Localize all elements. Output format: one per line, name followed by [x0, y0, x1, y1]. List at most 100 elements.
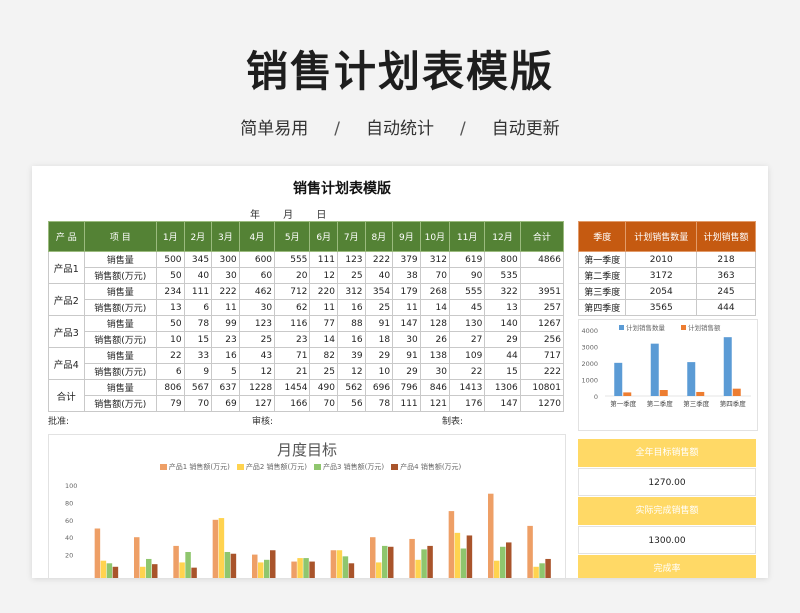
table-row: 销售额(万元) 79 70 69 127 166 70 56 78 111 121 176 147 127…	[49, 395, 565, 412]
value-cell: 44	[484, 347, 521, 364]
value-cell: 10	[155, 331, 185, 348]
value-cell: 13	[484, 299, 521, 316]
bar	[303, 558, 309, 578]
value-cell: 345	[183, 251, 213, 268]
bar	[218, 518, 225, 578]
table-row: 销售额(万元) 50 40 30 60 20 12 25 40 38 70 90 535	[49, 267, 565, 284]
x-tick-label: 第一季度	[610, 399, 637, 408]
value-cell	[519, 267, 565, 284]
value-cell: 79	[155, 395, 185, 412]
quarter-cell: 218	[695, 251, 757, 268]
value-cell: 69	[211, 395, 240, 412]
column-header: 8月	[364, 221, 394, 252]
bar	[614, 362, 623, 396]
value-cell: 22	[448, 363, 486, 380]
legend-label: 计划销售数量	[626, 323, 666, 332]
bar	[370, 537, 376, 578]
quarter-row: 第三季度 2054 245	[577, 283, 757, 300]
column-header: 产 品	[48, 221, 85, 252]
value-cell: 10	[364, 363, 394, 380]
value-cell: 11	[392, 299, 421, 316]
column-header: 2月	[183, 221, 213, 252]
table-row: 产品1 销售量 500 345 300 600 555 111 123 222 379 312 619 8…	[48, 251, 565, 284]
value-cell: 9	[183, 363, 213, 380]
value-cell: 354	[364, 283, 394, 300]
feature-auto-update: 自动更新	[491, 119, 560, 139]
quarter-cell: 第二季度	[577, 267, 627, 284]
value-cell: 806	[155, 379, 185, 396]
column-header: 11月	[448, 221, 486, 252]
value-cell: 82	[309, 347, 338, 364]
value-cell: 535	[484, 267, 521, 284]
table-row: 产品4 销售量 22 33 16 43 71 82 39 29 91 138 109 44 717	[48, 347, 565, 380]
value-cell: 130	[448, 315, 486, 332]
bar	[179, 562, 185, 578]
item-cell: 销售额(万元)	[83, 395, 157, 412]
product-name-cell: 产品4	[48, 347, 85, 380]
bar	[212, 519, 219, 578]
value-cell: 60	[238, 267, 276, 284]
value-cell: 16	[336, 299, 366, 316]
quarter-cell: 3565	[625, 299, 697, 316]
value-cell: 6	[183, 299, 213, 316]
value-cell: 846	[419, 379, 450, 396]
value-cell: 796	[392, 379, 421, 396]
value-cell: 15	[183, 331, 213, 348]
value-cell: 27	[448, 331, 486, 348]
value-cell: 1306	[484, 379, 521, 396]
column-header: 5月	[274, 221, 311, 252]
y-tick-label: 3000	[581, 344, 598, 352]
value-cell: 121	[419, 395, 450, 412]
product-name-cell: 产品3	[48, 315, 85, 348]
value-cell: 109	[448, 347, 486, 364]
quarter-cell: 2010	[625, 251, 697, 268]
quarter-row: 第一季度 2010 218	[577, 251, 757, 268]
value-cell: 16	[336, 331, 366, 348]
value-cell: 11	[211, 299, 240, 316]
review-label: 审核:	[252, 417, 274, 427]
bar	[224, 551, 231, 578]
value-cell: 99	[211, 315, 240, 332]
value-cell: 45	[448, 299, 486, 316]
value-cell: 619	[448, 251, 486, 268]
bar	[460, 548, 467, 578]
bar	[545, 558, 551, 578]
quarter-row: 第二季度 3172 363	[577, 267, 757, 284]
bar	[134, 537, 140, 578]
value-cell: 312	[419, 251, 450, 268]
quarter-cell: 2054	[625, 283, 697, 300]
quarter-chart: 0 1000 2000 3000 4000 计划销售数量 计划销售额 第一季度 第二季度 第三季度…	[578, 319, 758, 431]
quarter-cell: 444	[695, 299, 757, 316]
value-cell: 1228	[238, 379, 276, 396]
bar	[106, 563, 113, 578]
value-cell: 147	[484, 395, 521, 412]
quarter-column-header: 计划销售数量	[625, 221, 697, 252]
quarter-cell: 第四季度	[577, 299, 627, 316]
value-cell: 562	[336, 379, 366, 396]
value-cell: 78	[183, 315, 213, 332]
value-cell: 29	[392, 363, 421, 380]
bar	[230, 553, 237, 578]
value-cell: 500	[155, 251, 185, 268]
bar	[291, 561, 297, 578]
y-tick-label: 100	[65, 482, 77, 490]
sheet-title: 销售计划表模版	[293, 181, 391, 197]
value-cell: 14	[419, 299, 450, 316]
value-cell: 25	[309, 363, 338, 380]
table-row: 产品3 销售量 50 78 99 123 116 77 88 91 147 128 130 140 1267	[48, 315, 565, 348]
quarter-row: 第四季度 3565 444	[577, 299, 757, 316]
value-cell: 600	[238, 251, 276, 268]
bar	[527, 525, 533, 578]
bar	[659, 390, 668, 396]
value-cell: 38	[392, 267, 421, 284]
monthly-chart: 月度目标 产品1 销售额(万元) 产品2 销售额(万元) 产品3 销售额(万元) 产品…	[48, 434, 566, 578]
value-cell: 39	[336, 347, 366, 364]
item-cell: 销售量	[83, 283, 157, 300]
bar	[500, 546, 506, 578]
y-tick-label: 1000	[581, 377, 598, 385]
value-cell: 555	[448, 283, 486, 300]
column-header: 6月	[309, 221, 338, 252]
bar	[687, 362, 696, 396]
actual-sales-label: 实际完成销售额	[578, 497, 756, 525]
bar	[650, 343, 659, 396]
